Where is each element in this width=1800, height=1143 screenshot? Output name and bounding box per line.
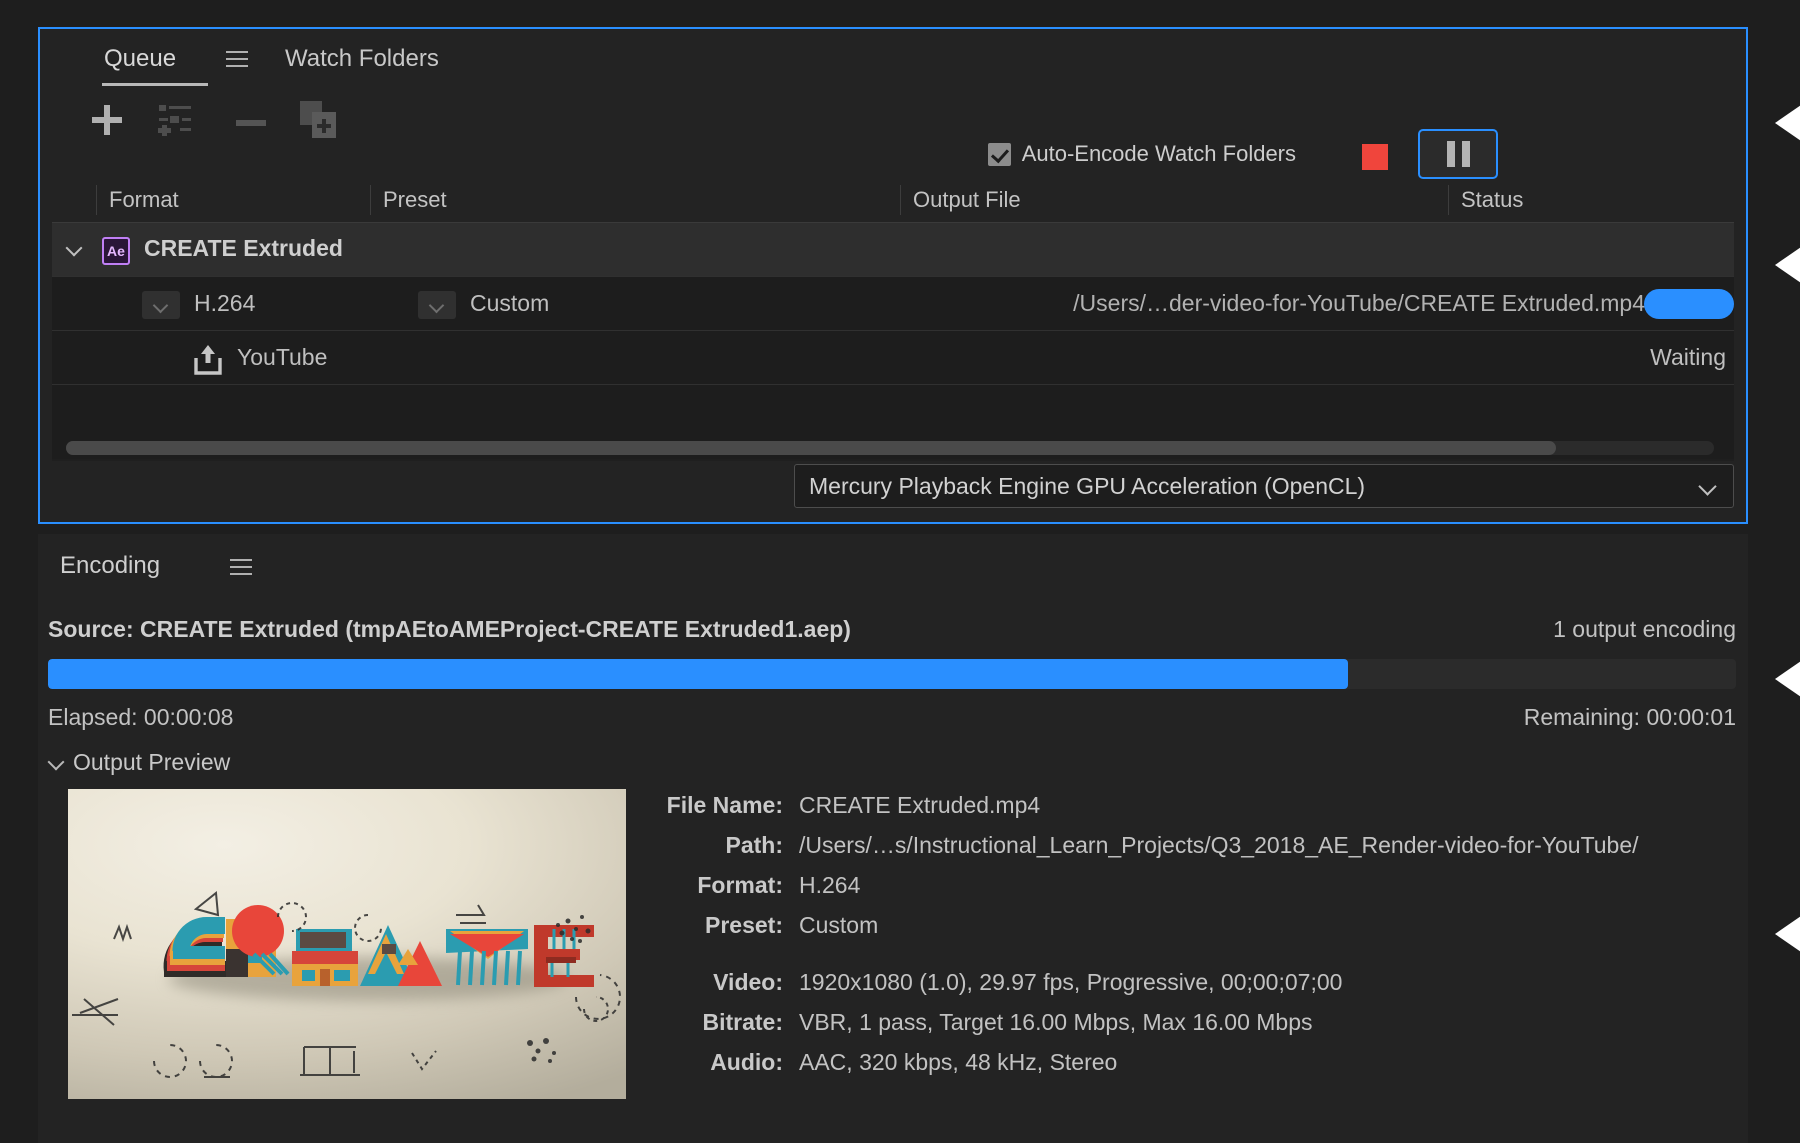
arrow-output-preview-annotation	[1775, 905, 1800, 963]
renderer-row: Renderer: Mercury Playback Engine GPU Ac…	[52, 464, 1734, 510]
table-row-group[interactable]: Ae CREATE Extruded	[52, 223, 1734, 277]
pause-button[interactable]	[1418, 129, 1498, 179]
output-encoding-count: 1 output encoding	[1553, 616, 1736, 643]
detail-value: CREATE Extruded.mp4	[799, 792, 1040, 819]
queue-panel: Queue Watch Folders	[38, 27, 1748, 524]
tab-queue[interactable]: Queue	[104, 45, 176, 73]
encoding-panel: Encoding Source: CREATE Extruded (tmpAEt…	[38, 534, 1748, 1143]
tab-queue-underline	[102, 83, 208, 86]
duplicate-icon[interactable]	[300, 101, 340, 144]
stop-icon[interactable]	[1362, 144, 1388, 170]
detail-label: Preset:	[638, 912, 783, 939]
queue-list[interactable]: Ae CREATE Extruded H.264 Custom /Users/……	[52, 223, 1734, 461]
table-row-destination[interactable]: YouTube Waiting	[52, 331, 1734, 385]
cell-format: H.264	[194, 290, 255, 317]
queue-tabbar: Queue Watch Folders	[40, 29, 1746, 91]
upload-share-icon[interactable]	[192, 343, 224, 380]
tab-watch-folders[interactable]: Watch Folders	[285, 45, 439, 73]
status-badge: Waiting	[1650, 344, 1726, 371]
column-header-preset[interactable]: Preset	[370, 185, 447, 215]
remaining-time: Remaining: 00:00:01	[1524, 704, 1736, 731]
pause-bar-left	[1447, 141, 1455, 167]
detail-row-bitrate: Bitrate: VBR, 1 pass, Target 16.00 Mbps,…	[638, 1009, 1738, 1036]
status-progress-bar	[1644, 289, 1734, 319]
column-header-output-file[interactable]: Output File	[900, 185, 1021, 215]
detail-value: 1920x1080 (1.0), 29.97 fps, Progressive,…	[799, 969, 1342, 996]
chevron-down-icon[interactable]	[66, 240, 84, 258]
plus-icon[interactable]	[88, 101, 126, 144]
format-dropdown[interactable]	[142, 291, 180, 319]
column-header-format[interactable]: Format	[96, 185, 179, 215]
cell-output-file[interactable]: /Users/…der-video-for-YouTube/CREATE Ext…	[1073, 290, 1645, 317]
scrollbar-thumb[interactable]	[66, 441, 1556, 455]
chevron-down-icon[interactable]	[1701, 480, 1715, 494]
encoding-source-label: Source: CREATE Extruded (tmpAEtoAMEProje…	[48, 616, 851, 643]
elapsed-time: Elapsed: 00:00:08	[48, 704, 233, 731]
detail-row-audio: Audio: AAC, 320 kbps, 48 kHz, Stereo	[638, 1049, 1738, 1076]
detail-label: Audio:	[638, 1049, 783, 1076]
output-details: File Name: CREATE Extruded.mp4 Path: /Us…	[638, 792, 1738, 1089]
detail-label: Format:	[638, 872, 783, 899]
detail-row-preset: Preset: Custom	[638, 912, 1738, 939]
detail-row-video: Video: 1920x1080 (1.0), 29.97 fps, Progr…	[638, 969, 1738, 996]
detail-row-format: Format: H.264	[638, 872, 1738, 899]
output-preview-thumbnail	[68, 789, 626, 1099]
progress-fill	[48, 659, 1348, 689]
arrow-status-bar-annotation	[1775, 236, 1800, 294]
detail-row-path: Path: /Users/…s/Instructional_Learn_Proj…	[638, 832, 1738, 859]
arrow-progress-bar-annotation	[1775, 650, 1800, 708]
detail-label: File Name:	[638, 792, 783, 819]
detail-value: /Users/…s/Instructional_Learn_Projects/Q…	[799, 832, 1639, 859]
output-preview-label: Output Preview	[73, 749, 230, 776]
minus-icon[interactable]	[236, 115, 266, 133]
renderer-select[interactable]: Mercury Playback Engine GPU Acceleration…	[794, 464, 1734, 508]
detail-label: Bitrate:	[638, 1009, 783, 1036]
detail-row-file-name: File Name: CREATE Extruded.mp4	[638, 792, 1738, 819]
after-effects-badge-icon: Ae	[102, 237, 130, 265]
detail-value: VBR, 1 pass, Target 16.00 Mbps, Max 16.0…	[799, 1009, 1313, 1036]
queue-group-name: CREATE Extruded	[144, 235, 343, 262]
hamburger-menu-icon[interactable]	[230, 559, 252, 575]
output-preview-header[interactable]: Output Preview	[48, 749, 230, 776]
preset-dropdown[interactable]	[418, 291, 456, 319]
queue-column-headers: Format Preset Output File Status	[52, 179, 1734, 223]
chevron-down-icon[interactable]	[48, 755, 64, 771]
auto-encode-label: Auto-Encode Watch Folders	[1022, 141, 1296, 167]
encoding-progress-bar	[48, 659, 1736, 689]
arrow-pause-button-annotation	[1775, 94, 1800, 152]
detail-value: Custom	[799, 912, 878, 939]
table-row-output[interactable]: H.264 Custom /Users/…der-video-for-YouTu…	[52, 277, 1734, 331]
detail-label: Path:	[638, 832, 783, 859]
renderer-value: Mercury Playback Engine GPU Acceleration…	[809, 473, 1365, 500]
horizontal-scrollbar[interactable]	[66, 441, 1714, 455]
encoding-panel-title: Encoding	[60, 552, 160, 580]
auto-encode-watch-folders-checkbox[interactable]: Auto-Encode Watch Folders	[988, 141, 1296, 167]
detail-value: AAC, 320 kbps, 48 kHz, Stereo	[799, 1049, 1117, 1076]
detail-label: Video:	[638, 969, 783, 996]
add-preset-icon[interactable]	[158, 103, 198, 144]
destination-name: YouTube	[237, 344, 327, 371]
column-header-status[interactable]: Status	[1448, 185, 1523, 215]
hamburger-menu-icon[interactable]	[226, 51, 248, 67]
cell-preset: Custom	[470, 290, 549, 317]
detail-value: H.264	[799, 872, 860, 899]
checkbox-box[interactable]	[988, 143, 1011, 166]
pause-bar-right	[1462, 141, 1470, 167]
